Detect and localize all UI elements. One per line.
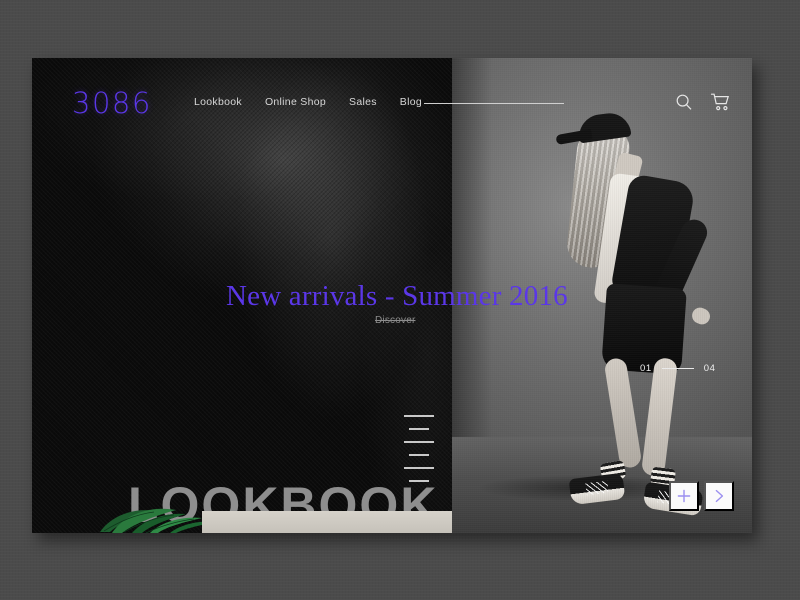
header-divider-line	[424, 103, 564, 104]
model-hand	[689, 305, 713, 327]
tick-mark	[404, 415, 434, 417]
model-back-leg	[603, 356, 643, 470]
cream-banner-bar	[202, 511, 452, 533]
nav-item-sales[interactable]: Sales	[349, 96, 377, 108]
chevron-right-icon	[715, 489, 724, 503]
slider-controls	[669, 481, 734, 511]
brand-logo[interactable]: 3086	[72, 86, 152, 120]
next-slide-button[interactable]	[704, 481, 734, 511]
slide-pagination: 01 04	[640, 363, 716, 374]
main-navigation: Lookbook Online Shop Sales Blog	[194, 96, 422, 108]
tick-mark	[404, 441, 434, 443]
shopping-cart-icon[interactable]	[710, 92, 730, 112]
plus-icon	[677, 489, 691, 503]
slide-tick-indicator[interactable]	[404, 415, 434, 482]
header-tools	[674, 92, 730, 112]
model-front-leg	[640, 357, 679, 477]
tick-mark	[409, 454, 429, 456]
pagination-divider	[661, 368, 694, 369]
tick-mark	[409, 428, 429, 430]
nav-item-online-shop[interactable]: Online Shop	[265, 96, 326, 108]
tick-mark	[404, 467, 434, 469]
add-plus-button[interactable]	[669, 481, 699, 511]
bottom-strip	[32, 507, 452, 533]
pagination-current: 01	[640, 363, 652, 374]
pagination-total: 04	[703, 363, 716, 374]
nav-item-lookbook[interactable]: Lookbook	[194, 96, 242, 108]
tick-mark	[409, 480, 429, 482]
search-icon[interactable]	[674, 92, 694, 112]
website-panel: 3086 Lookbook Online Shop Sales Blog New…	[32, 58, 752, 533]
nav-item-blog[interactable]: Blog	[400, 96, 422, 108]
discover-link[interactable]: Discover	[375, 315, 416, 326]
site-header: 3086 Lookbook Online Shop Sales Blog	[32, 58, 752, 140]
hero-headline: New arrivals - Summer 2016	[226, 280, 568, 312]
